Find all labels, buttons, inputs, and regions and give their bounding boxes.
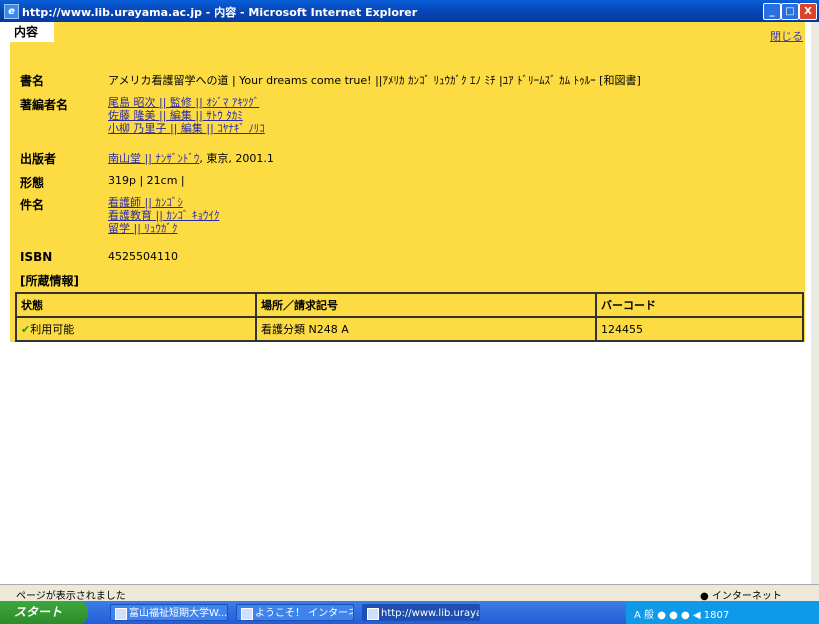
- start-label: スタート: [14, 605, 63, 619]
- document-icon: [115, 608, 127, 620]
- minimize-button[interactable]: _: [763, 3, 781, 20]
- tab-content: 内容: [10, 22, 54, 42]
- ie-icon: [367, 608, 379, 620]
- title-value: アメリカ看護留学への道 | Your dreams come true! ||ｱ…: [108, 74, 641, 87]
- ie-icon: [241, 608, 253, 620]
- publisher-link[interactable]: 南山堂 || ﾅﾝｻﾞﾝﾄﾞｳ: [108, 152, 199, 165]
- maximize-button[interactable]: □: [781, 3, 799, 20]
- close-window-button[interactable]: X: [799, 3, 817, 20]
- start-button[interactable]: スタート: [0, 601, 88, 624]
- taskbar-item-label: http://www.lib.uraya...: [381, 608, 479, 619]
- subject-link[interactable]: 看護教育 || ｶﾝｺﾞ ｷｮｳｲｸ: [108, 209, 219, 222]
- taskbar: スタート 富山福祉短期大学W... ようこそ！ インターネ... http://…: [0, 601, 819, 624]
- taskbar-item-label: ようこそ！ インターネ...: [255, 608, 353, 619]
- statusbar: ページが表示されました ● インターネット: [0, 584, 819, 602]
- checkmark-icon: ✔: [21, 323, 31, 336]
- form-label: 形態: [20, 176, 45, 190]
- tray-text: A 般 ● ● ● ◀ 1807: [634, 610, 730, 621]
- author-link[interactable]: 小柳 乃里子 || 編集 || ｺﾔﾅｷﾞ ﾉﾘｺ: [108, 122, 265, 135]
- author-label: 著編者名: [20, 98, 69, 112]
- author-link[interactable]: 尾島 昭次 || 監修 || ｵｼﾞﾏ ｱｷﾂｸﾞ: [108, 96, 265, 109]
- location-cell: 看護分類 N248 A: [255, 316, 597, 342]
- subject-list: 看護師 || ｶﾝｺﾞｼ 看護教育 || ｶﾝｺﾞ ｷｮｳｲｸ 留学 || ﾘｭ…: [108, 196, 219, 235]
- header-location: 場所／請求記号: [255, 292, 597, 318]
- close-link[interactable]: 閉じる: [770, 28, 803, 44]
- subject-link[interactable]: 看護師 || ｶﾝｺﾞｼ: [108, 196, 219, 209]
- header-status: 状態: [15, 292, 257, 318]
- holdings-table: 状態 場所／請求記号 バーコード ✔利用可能 看護分類 N248 A 12445…: [15, 292, 804, 342]
- ie-logo-icon: e: [4, 4, 19, 19]
- window-title: http://www.lib.urayama.ac.jp - 内容 - Micr…: [22, 6, 418, 19]
- subject-label: 件名: [20, 198, 45, 212]
- status-cell: ✔利用可能: [15, 316, 257, 342]
- system-tray: A 般 ● ● ● ◀ 1807: [626, 601, 819, 624]
- subject-link[interactable]: 留学 || ﾘｭｳｶﾞｸ: [108, 222, 219, 235]
- publisher-label: 出版者: [20, 152, 57, 166]
- zone-indicator: ● インターネット: [700, 591, 782, 602]
- publisher-value: 南山堂 || ﾅﾝｻﾞﾝﾄﾞｳ, 東京, 2001.1: [108, 150, 274, 166]
- scrollbar[interactable]: [811, 22, 819, 584]
- window-titlebar: e http://www.lib.urayama.ac.jp - 内容 - Mi…: [0, 0, 819, 22]
- isbn-label: ISBN: [20, 250, 53, 264]
- isbn-value: 4525504110: [108, 250, 178, 263]
- form-value: 319p | 21cm |: [108, 174, 185, 187]
- publisher-rest: , 東京, 2001.1: [199, 152, 274, 165]
- status-text: ページが表示されました: [16, 591, 126, 602]
- author-list: 尾島 昭次 || 監修 || ｵｼﾞﾏ ｱｷﾂｸﾞ 佐藤 隆美 || 編集 ||…: [108, 96, 265, 135]
- taskbar-item[interactable]: ようこそ！ インターネ...: [236, 604, 354, 621]
- holdings-heading: [所蔵情報]: [20, 274, 79, 288]
- header-barcode: バーコード: [595, 292, 804, 318]
- taskbar-item[interactable]: 富山福祉短期大学W...: [110, 604, 228, 621]
- taskbar-item-active[interactable]: http://www.lib.uraya...: [362, 604, 480, 621]
- table-row: ✔利用可能 看護分類 N248 A 124455: [15, 316, 804, 342]
- holdings-header-row: 状態 場所／請求記号 バーコード: [15, 292, 804, 318]
- barcode-cell: 124455: [595, 316, 804, 342]
- status-text: 利用可能: [30, 323, 75, 336]
- title-label: 書名: [20, 74, 45, 88]
- author-link[interactable]: 佐藤 隆美 || 編集 || ｻﾄｳ ﾀｶﾐ: [108, 109, 265, 122]
- taskbar-item-label: 富山福祉短期大学W...: [129, 608, 228, 619]
